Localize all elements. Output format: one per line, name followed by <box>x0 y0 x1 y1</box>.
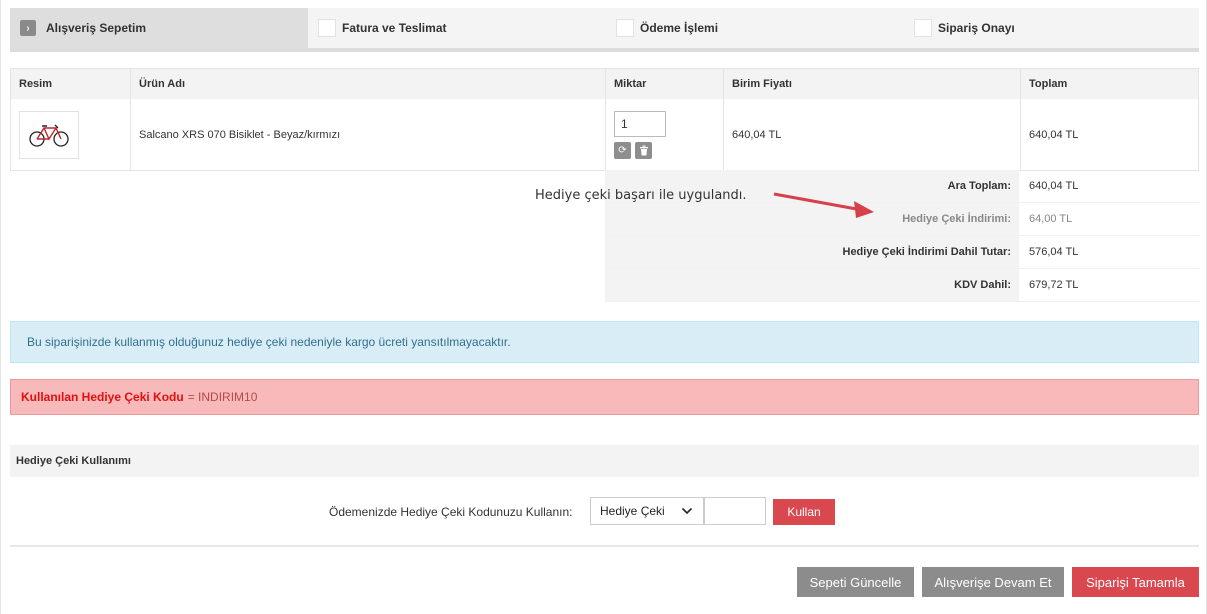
checkbox-icon <box>616 19 634 37</box>
gift-prompt: Ödemenizde Hediye Çeki Kodunuzu Kullanın… <box>329 505 573 519</box>
step-label: Ödeme İşlemi <box>640 21 719 35</box>
gift-code-value: = INDIRIM10 <box>187 390 258 404</box>
vat-label: KDV Dahil: <box>605 269 1019 301</box>
step-cart[interactable]: › Alışveriş Sepetim <box>10 8 308 48</box>
header-name: Ürün Adı <box>131 69 606 99</box>
step-confirm[interactable]: Sipariş Onayı <box>904 8 1199 48</box>
vat-value: 679,72 TL <box>1029 279 1079 291</box>
gift-form: Ödemenizde Hediye Çeki Kodunuzu Kullanın… <box>10 497 1199 527</box>
gift-discount-value: 64,00 TL <box>1029 213 1073 225</box>
header-qty: Miktar <box>606 69 724 99</box>
complete-order-button[interactable]: Siparişi Tamamla <box>1072 567 1199 597</box>
continue-shopping-button[interactable]: Alışverişe Devam Et <box>922 567 1064 597</box>
cart-header: Resim Ürün Adı Miktar Birim Fiyatı Topla… <box>11 69 1198 99</box>
discounted-total-label: Hediye Çeki İndirimi Dahil Tutar: <box>605 236 1019 268</box>
step-label: Alışveriş Sepetim <box>46 21 147 35</box>
gift-discount-row: Hediye Çeki İndirimi: 64,00 TL <box>605 203 1199 236</box>
trash-icon[interactable] <box>635 141 652 159</box>
header-unit-price: Birim Fiyatı <box>724 69 1021 99</box>
gift-code-input[interactable] <box>704 497 766 525</box>
refresh-icon[interactable]: ⟳ <box>614 141 631 159</box>
quantity-input[interactable]: 1 <box>614 110 666 137</box>
step-billing[interactable]: Fatura ve Teslimat <box>308 8 606 48</box>
gift-applied-note: Hediye çeki başarı ile uygulandı. <box>535 188 747 203</box>
cart-table: Resim Ürün Adı Miktar Birim Fiyatı Topla… <box>10 68 1199 171</box>
gift-section-title: Hediye Çeki Kullanımı <box>10 445 1199 477</box>
steps-underline <box>10 48 1199 52</box>
chevron-right-icon: › <box>20 20 36 36</box>
row-total: 640,04 TL <box>1029 128 1079 141</box>
update-cart-button[interactable]: Sepeti Güncelle <box>797 567 914 597</box>
gift-code-label: Kullanılan Hediye Çeki Kodu <box>21 390 184 404</box>
product-image-cell <box>11 99 131 170</box>
step-label: Fatura ve Teslimat <box>342 21 447 35</box>
product-name[interactable]: Salcano XRS 070 Bisiklet - Beyaz/kırmızı <box>131 99 606 170</box>
shipping-info-alert: Bu siparişinizde kullanmış olduğunuz hed… <box>10 321 1199 363</box>
discounted-total-row: Hediye Çeki İndirimi Dahil Tutar: 576,04… <box>605 236 1199 269</box>
step-label: Sipariş Onayı <box>938 21 1015 35</box>
gift-select-value: Hediye Çeki <box>600 504 665 518</box>
gift-code-alert: Kullanılan Hediye Çeki Kodu = INDIRIM10 <box>10 379 1199 415</box>
checkout-steps: › Alışveriş Sepetim Fatura ve Teslimat Ö… <box>10 8 1199 48</box>
gift-type-select[interactable]: Hediye Çeki <box>590 497 704 525</box>
discounted-total-value: 576,04 TL <box>1029 246 1079 258</box>
header-image: Resim <box>11 69 131 99</box>
subtotal-value: 640,04 TL <box>1029 180 1079 192</box>
table-row: Salcano XRS 070 Bisiklet - Beyaz/kırmızı… <box>11 99 1198 170</box>
unit-price: 640,04 TL <box>724 99 1021 170</box>
product-thumbnail[interactable] <box>19 110 79 159</box>
apply-gift-button[interactable]: Kullan <box>773 499 835 525</box>
checkbox-icon <box>914 19 932 37</box>
vat-row: KDV Dahil: 679,72 TL <box>605 269 1199 302</box>
divider <box>10 545 1199 547</box>
step-payment[interactable]: Ödeme İşlemi <box>606 8 904 48</box>
bicycle-icon <box>29 124 69 147</box>
checkbox-icon <box>318 19 336 37</box>
header-total: Toplam <box>1029 78 1068 90</box>
qty-cell: 1 ⟳ <box>606 99 724 170</box>
annotation-arrow-icon <box>773 192 874 218</box>
chevron-down-icon <box>681 507 693 515</box>
